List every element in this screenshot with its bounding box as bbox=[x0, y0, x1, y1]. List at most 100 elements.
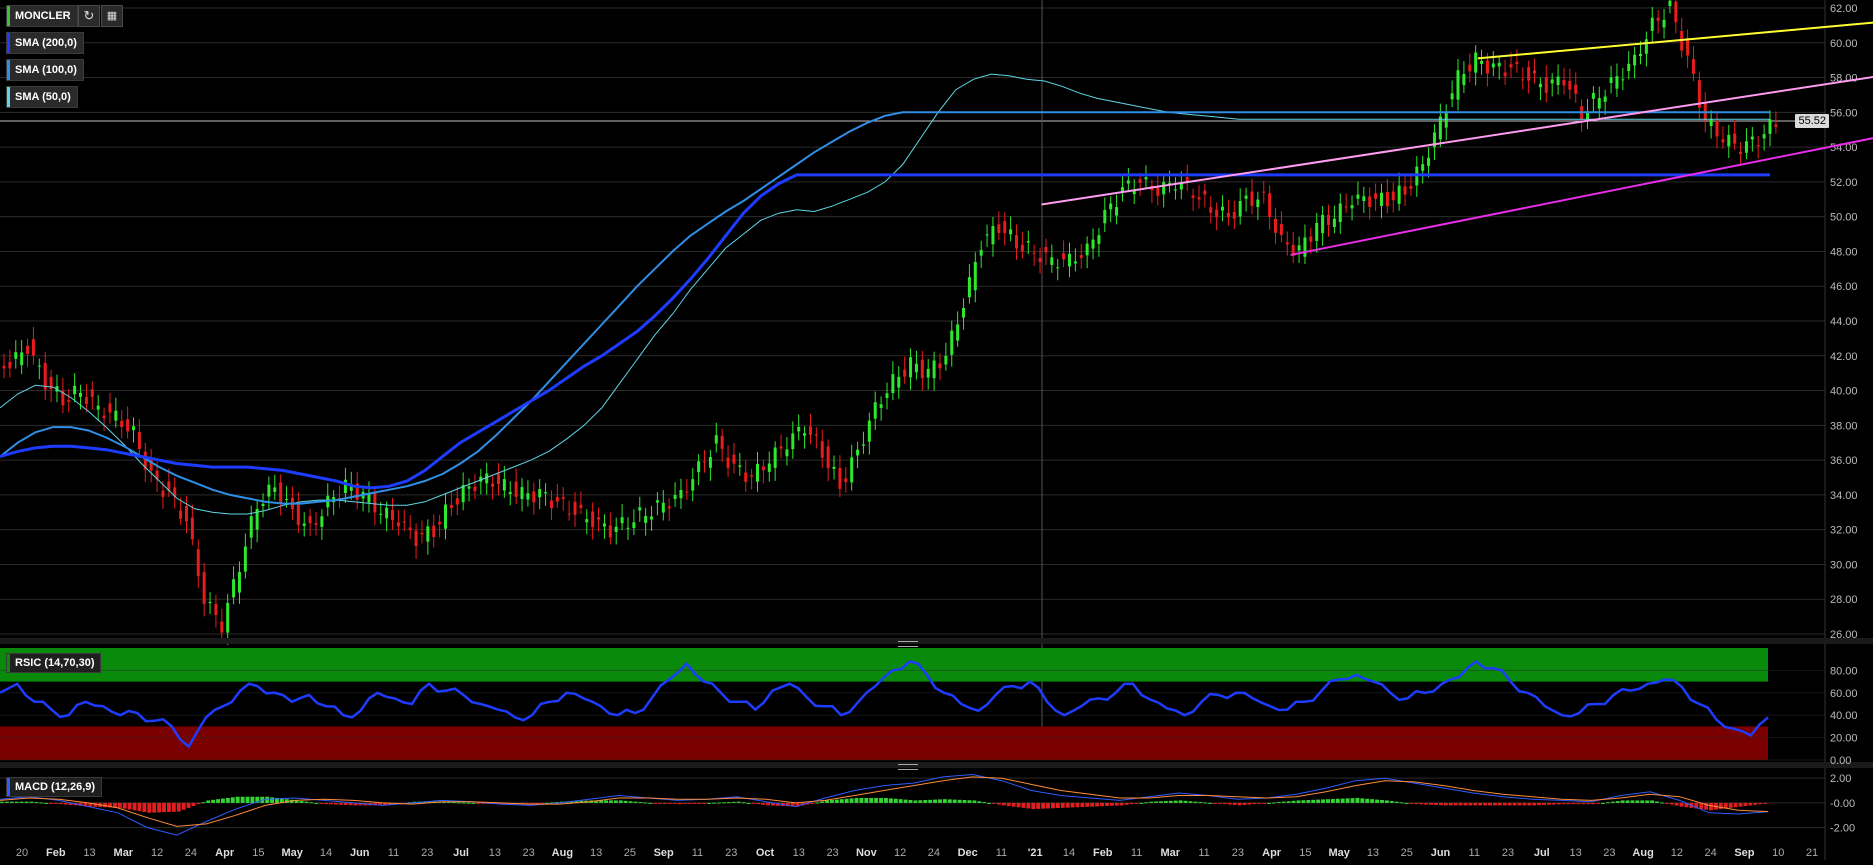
macd-histogram-bar bbox=[1203, 802, 1208, 804]
time-tick-label: 23 bbox=[421, 847, 433, 859]
candle-body bbox=[1303, 237, 1307, 257]
candle-body bbox=[655, 500, 659, 503]
price-tick-label: 34.00 bbox=[1830, 490, 1858, 502]
macd-histogram-bar bbox=[176, 802, 181, 812]
sma-100-legend[interactable]: SMA (100,0) bbox=[6, 59, 84, 81]
macd-histogram-bar bbox=[117, 802, 122, 808]
macd-histogram-bar bbox=[1551, 802, 1556, 805]
sma-100-label: SMA (100,0) bbox=[15, 64, 77, 76]
candle-body bbox=[1715, 120, 1719, 137]
macd-histogram-bar bbox=[810, 802, 815, 804]
symbol-legend[interactable]: MONCLER bbox=[6, 5, 78, 27]
time-tick-label: 13 bbox=[793, 847, 805, 859]
macd-histogram-bar bbox=[1188, 801, 1193, 803]
macd-histogram-bar bbox=[245, 796, 250, 803]
candle-body bbox=[708, 457, 712, 468]
candle-body bbox=[444, 504, 447, 529]
macd-histogram-bar bbox=[884, 797, 888, 803]
candle-body bbox=[1250, 191, 1254, 206]
candle-body bbox=[626, 527, 630, 529]
time-tick-label: May bbox=[1328, 847, 1350, 859]
time-tick-label: 24 bbox=[1705, 847, 1717, 859]
sma-200-legend[interactable]: SMA (200,0) bbox=[6, 32, 84, 54]
macd-histogram-bar bbox=[1326, 799, 1330, 803]
candle-body bbox=[1609, 77, 1613, 83]
macd-histogram-bar bbox=[972, 800, 977, 803]
macd-histogram-bar bbox=[1409, 802, 1414, 804]
candle-body bbox=[985, 234, 989, 236]
time-tick-label: 14 bbox=[1063, 847, 1075, 859]
macd-histogram-bar bbox=[1434, 802, 1438, 805]
macd-histogram-bar bbox=[1576, 802, 1581, 805]
candle-body bbox=[1438, 116, 1442, 140]
candle-body bbox=[1633, 54, 1637, 66]
price-chart[interactable]: 62.0060.0058.0056.0054.0052.0050.0048.00… bbox=[0, 0, 1873, 865]
rsi-label: RSIC (14,70,30) bbox=[15, 657, 95, 669]
candle-body bbox=[1079, 255, 1083, 259]
candle-body bbox=[161, 490, 165, 497]
price-tick-label: 62.00 bbox=[1830, 3, 1858, 15]
candle-body bbox=[1462, 73, 1466, 86]
rsi-legend[interactable]: RSIC (14,70,30) bbox=[6, 653, 102, 673]
refresh-icon[interactable]: ↻ bbox=[78, 5, 100, 27]
rsi-macd-divider-handle[interactable] bbox=[898, 764, 918, 770]
macd-histogram-bar bbox=[1463, 802, 1468, 806]
candle-body bbox=[37, 365, 41, 367]
candle-body bbox=[1733, 133, 1737, 144]
candle-body bbox=[667, 506, 671, 509]
candle-body bbox=[1003, 221, 1007, 234]
macd-histogram-bar bbox=[1669, 802, 1674, 805]
macd-histogram-bar bbox=[1355, 797, 1360, 803]
macd-histogram-bar bbox=[1291, 800, 1296, 803]
macd-histogram-bar bbox=[726, 802, 731, 804]
price-tick-label: 40.00 bbox=[1830, 386, 1858, 398]
time-tick-label: 20 bbox=[16, 847, 28, 859]
macd-legend[interactable]: MACD (12,26,9) bbox=[6, 777, 103, 797]
macd-histogram-bar bbox=[1026, 802, 1031, 809]
candle-body bbox=[1727, 134, 1731, 147]
sma-50-legend[interactable]: SMA (50,0) bbox=[6, 86, 78, 108]
candle-body bbox=[1162, 182, 1166, 195]
candle-body bbox=[903, 369, 907, 377]
candle-body bbox=[73, 385, 77, 395]
macd-histogram-bar bbox=[314, 802, 319, 804]
candle-body bbox=[1120, 187, 1124, 192]
candle-body bbox=[396, 522, 400, 527]
candle-body bbox=[926, 368, 930, 378]
candle-body bbox=[491, 483, 495, 487]
candle-body bbox=[785, 449, 789, 457]
candle-body bbox=[1256, 199, 1260, 208]
candle-body bbox=[102, 415, 106, 419]
candle-body bbox=[791, 433, 795, 450]
candle-body bbox=[26, 345, 30, 355]
macd-histogram-bar bbox=[250, 796, 255, 803]
ruler-icon[interactable]: ▦ bbox=[101, 5, 123, 27]
macd-histogram-bar bbox=[938, 799, 942, 803]
time-tick-label: 21 bbox=[1806, 847, 1818, 859]
rsi-tick-label: 80.00 bbox=[1830, 665, 1858, 677]
macd-histogram-bar bbox=[265, 796, 270, 803]
candle-body bbox=[597, 517, 601, 520]
macd-histogram-bar bbox=[1124, 802, 1129, 805]
candle-body bbox=[31, 339, 35, 356]
time-tick-label: Jun bbox=[1431, 847, 1451, 859]
candle-body bbox=[1038, 258, 1042, 263]
candle-body bbox=[1509, 64, 1513, 68]
candle-body bbox=[2, 365, 6, 369]
macd-histogram-bar bbox=[1350, 798, 1355, 803]
candle-body bbox=[1750, 136, 1754, 140]
candle-body bbox=[1067, 253, 1071, 267]
macd-histogram-bar bbox=[171, 802, 176, 812]
candle-body bbox=[1774, 124, 1778, 127]
candle-body bbox=[1538, 83, 1542, 88]
price-rsi-divider-handle[interactable] bbox=[898, 641, 918, 647]
candle-body bbox=[1544, 77, 1548, 93]
price-tick-label: 44.00 bbox=[1830, 316, 1858, 328]
macd-histogram-bar bbox=[1163, 801, 1168, 803]
separator-macd bbox=[0, 762, 1873, 768]
candle-body bbox=[579, 504, 583, 508]
macd-histogram-bar bbox=[319, 802, 324, 804]
macd-histogram-bar bbox=[196, 802, 201, 805]
candle-body bbox=[1691, 59, 1695, 74]
macd-histogram-bar bbox=[466, 802, 471, 804]
